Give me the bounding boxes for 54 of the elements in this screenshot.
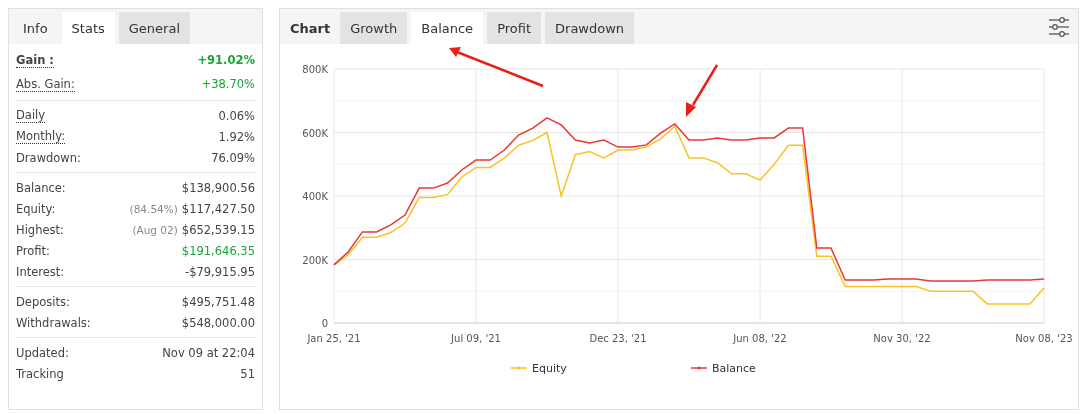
- y-axis-label: 400K: [302, 191, 328, 202]
- stat-label: Monthly:: [16, 129, 66, 144]
- settings-icon[interactable]: [1048, 16, 1070, 37]
- legend-line-icon: [690, 366, 708, 370]
- stat-note: (84.54%): [129, 202, 178, 215]
- stat-label: Equity:: [16, 201, 56, 216]
- x-axis-label: Jun 08, '22: [733, 333, 787, 344]
- x-axis-label: Dec 23, '21: [589, 333, 647, 344]
- stat-label: Tracking: [16, 366, 64, 381]
- tab[interactable]: Drawdown: [545, 12, 635, 44]
- stat-label: Withdrawals:: [16, 315, 91, 330]
- y-axis-label: 0: [321, 318, 328, 329]
- stat-value: +91.02%: [197, 53, 255, 67]
- stat-label: Deposits:: [16, 294, 70, 309]
- panel-title: Info: [22, 19, 49, 38]
- stat-value: $138,900.56: [181, 180, 255, 195]
- stat-value: $191,646.35: [181, 243, 255, 258]
- y-axis-label: 800K: [302, 64, 328, 75]
- y-axis-label: 600K: [302, 127, 328, 139]
- stat-label: Daily: [16, 108, 46, 123]
- tab[interactable]: Profit: [487, 12, 542, 44]
- legend-label[interactable]: Equity: [532, 362, 567, 375]
- legend-line-icon: [510, 366, 528, 370]
- stat-value: 51: [240, 366, 255, 381]
- y-axis-label: 200K: [302, 254, 328, 266]
- stat-value: -$79,915.95: [185, 264, 255, 279]
- stat-value: 76.09%: [211, 150, 255, 165]
- stat-label: Drawdown:: [16, 150, 81, 165]
- stat-label: Profit:: [16, 243, 50, 258]
- stat-value: 1.92%: [218, 129, 255, 144]
- x-axis-label: Jan 25, '21: [307, 333, 361, 344]
- x-axis-label: Nov 08, '23: [1015, 333, 1073, 344]
- stat-label: Updated:: [16, 345, 69, 360]
- stat-value: $652,539.15: [181, 222, 255, 237]
- x-axis-label: Nov 30, '22: [873, 333, 931, 344]
- stat-value: $117,427.50: [181, 201, 255, 216]
- stat-value: 0.06%: [218, 108, 255, 123]
- tab[interactable]: Balance: [411, 12, 484, 44]
- stat-value: Nov 09 at 22:04: [162, 345, 255, 360]
- stat-label: Balance:: [16, 180, 66, 195]
- stat-value: $495,751.48: [181, 294, 255, 309]
- legend-label[interactable]: Balance: [712, 362, 756, 375]
- stat-label: Highest:: [16, 222, 64, 237]
- stat-label: Gain :: [16, 52, 54, 68]
- x-axis-label: Jul 09, '21: [451, 333, 501, 344]
- stat-label: Abs. Gain:: [16, 76, 75, 92]
- stat-value: $548,000.00: [181, 315, 255, 330]
- tab[interactable]: General: [118, 12, 191, 44]
- stat-value: +38.70%: [201, 77, 255, 91]
- tab[interactable]: Growth: [340, 12, 408, 44]
- tab[interactable]: Stats: [61, 12, 115, 44]
- stat-note: (Aug 02): [132, 223, 178, 236]
- stat-label: Interest:: [16, 264, 65, 279]
- panel-title: Chart: [289, 19, 332, 38]
